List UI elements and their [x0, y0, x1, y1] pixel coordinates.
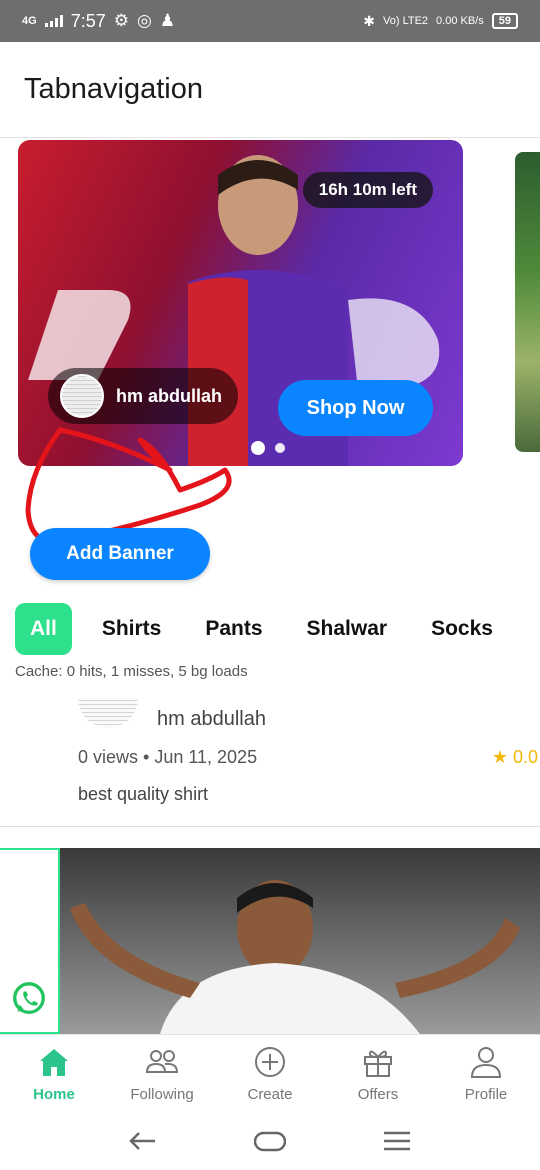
nav-offers-label: Offers — [357, 1086, 399, 1103]
gift-icon — [364, 1050, 392, 1077]
bottom-navigation: Home Following Create Offers Profile — [0, 1034, 540, 1112]
settings-notification-icon: ⚙ — [113, 11, 129, 30]
volte-indicator: Vo) LTE2 — [383, 15, 429, 27]
next-banner-card[interactable] — [515, 152, 540, 452]
signal-icon — [44, 15, 63, 27]
carousel-dot[interactable] — [275, 443, 285, 453]
post-meta: 0 views • Jun 11, 2025 — [78, 747, 258, 767]
post-rating: ★ 0.0 — [491, 747, 538, 767]
menu-icon[interactable] — [381, 1125, 413, 1157]
snapchat-notification-icon: ♟ — [159, 11, 176, 30]
tab-socks[interactable]: Socks — [409, 603, 515, 655]
banner-author-name: hm abdullah — [116, 385, 223, 406]
cache-status-text: Cache: 0 hits, 1 misses, 5 bg loads — [15, 663, 248, 680]
battery-indicator: 59 — [491, 13, 518, 29]
nav-following[interactable]: Following — [108, 1035, 216, 1112]
nav-create-label: Create — [247, 1086, 293, 1103]
nav-profile[interactable]: Profile — [432, 1035, 540, 1112]
home-pill-icon[interactable] — [253, 1125, 286, 1157]
nav-home-label: Home — [33, 1086, 75, 1103]
post-author-name[interactable]: hm abdullah — [157, 708, 266, 731]
tab-pants[interactable]: Pants — [183, 603, 284, 655]
tab-shirts[interactable]: Shirts — [80, 603, 184, 655]
nav-offers[interactable]: Offers — [324, 1035, 432, 1112]
whatsapp-icon[interactable] — [10, 980, 48, 1018]
network-indicator: 4G — [22, 15, 37, 27]
app-bar: Tabnavigation — [0, 42, 540, 138]
back-icon[interactable] — [127, 1125, 159, 1157]
post-author-avatar[interactable] — [78, 698, 138, 728]
category-tabs: All Shirts Pants Shalwar Socks — [15, 603, 515, 655]
nav-create[interactable]: Create — [216, 1035, 324, 1112]
nav-profile-label: Profile — [464, 1086, 508, 1103]
system-navigation-bar — [0, 1112, 540, 1170]
page-title: Tabnavigation — [24, 73, 203, 105]
carousel-pagination — [251, 441, 285, 455]
post-description: best quality shirt — [78, 784, 209, 804]
banner-card[interactable]: 16h 10m left hm abdullah Shop Now — [18, 140, 463, 466]
nav-following-label: Following — [130, 1086, 194, 1103]
carousel-dot-active[interactable] — [251, 441, 265, 455]
whatsapp-notification-icon: ◎ — [136, 11, 152, 30]
shop-now-button[interactable]: Shop Now — [278, 380, 433, 436]
avatar — [60, 374, 104, 418]
plus-circle-icon — [255, 1047, 285, 1077]
post-image[interactable] — [0, 848, 540, 1034]
tab-shalwar[interactable]: Shalwar — [285, 603, 410, 655]
divider — [0, 826, 540, 827]
add-banner-button[interactable]: Add Banner — [30, 528, 210, 580]
home-icon — [40, 1049, 68, 1076]
people-icon — [145, 1050, 179, 1073]
person-icon — [470, 1047, 502, 1078]
banner-author-chip[interactable]: hm abdullah — [48, 368, 239, 424]
nav-home[interactable]: Home — [0, 1035, 108, 1112]
clock: 7:57 — [70, 10, 106, 31]
network-speed: 0.00 KB/s — [436, 15, 484, 27]
tab-all[interactable]: All — [15, 603, 72, 655]
time-left-badge: 16h 10m left — [302, 172, 433, 208]
bluetooth-icon: ✱ — [363, 12, 375, 29]
status-bar: 4G 7:57 ⚙ ◎ ♟ ✱ Vo) LTE2 0.00 KB/s 59 — [0, 0, 540, 42]
